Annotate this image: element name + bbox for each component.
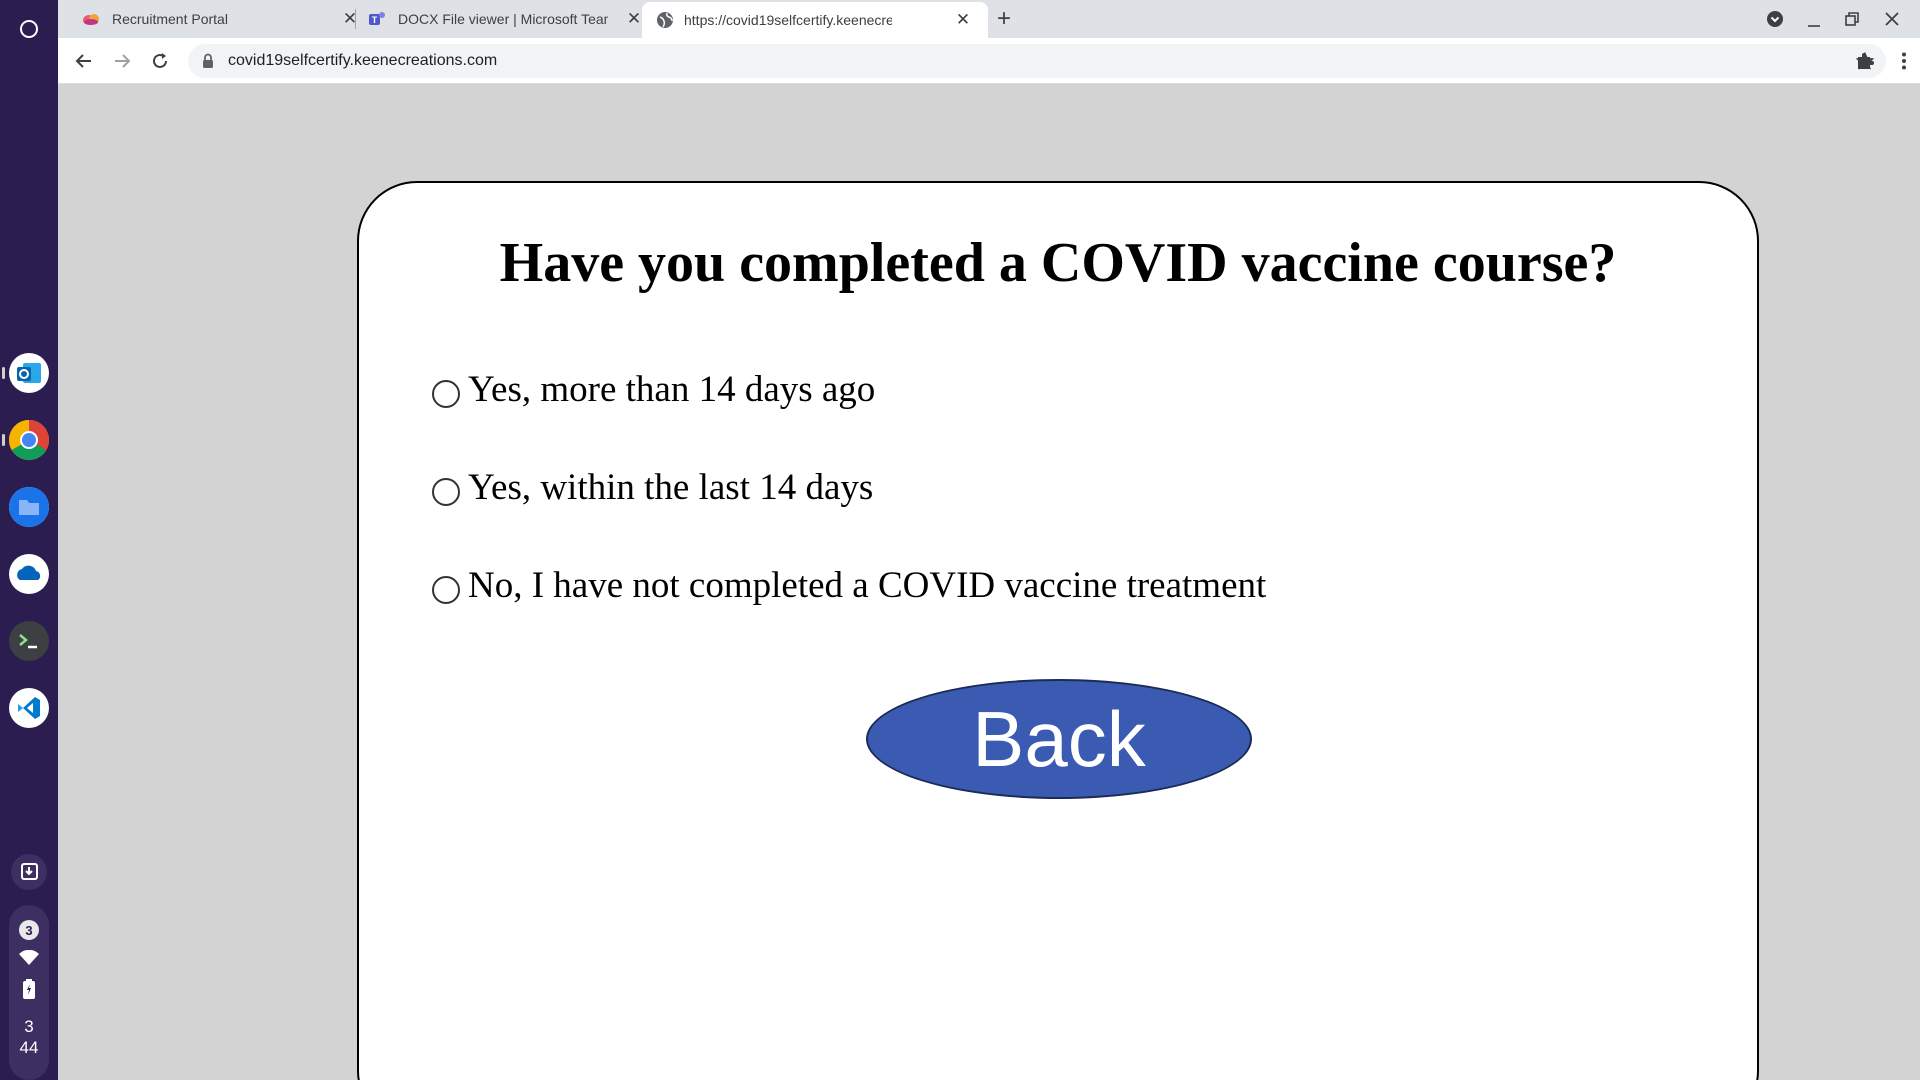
close-window-icon[interactable] bbox=[1884, 11, 1900, 27]
back-nav-button[interactable] bbox=[71, 48, 97, 74]
notification-count-badge: 3 bbox=[19, 920, 39, 940]
lock-icon bbox=[203, 53, 213, 68]
arrow-right-icon bbox=[115, 54, 131, 68]
terminal-app-button[interactable] bbox=[9, 621, 49, 661]
launcher-icon bbox=[20, 20, 38, 38]
files-icon bbox=[9, 487, 49, 527]
option-label: Yes, more than 14 days ago bbox=[468, 369, 876, 410]
vscode-icon bbox=[18, 697, 40, 719]
tab-docx-viewer[interactable]: T DOCX File viewer | Microsoft Teams ✕ bbox=[364, 0, 641, 38]
close-icon[interactable]: ✕ bbox=[340, 9, 360, 29]
chrome-app-button[interactable] bbox=[9, 420, 49, 460]
radio-button[interactable] bbox=[432, 379, 460, 408]
app-running-indicator bbox=[2, 367, 5, 379]
onedrive-app-button[interactable] bbox=[9, 554, 49, 594]
option-within-14-days[interactable]: Yes, within the last 14 days bbox=[432, 466, 873, 509]
option-label: No, I have not completed a COVID vaccine… bbox=[468, 565, 1267, 606]
question-card: Have you completed a COVID vaccine cours… bbox=[357, 181, 1759, 1080]
option-more-than-14-days[interactable]: Yes, more than 14 days ago bbox=[432, 368, 875, 411]
arrow-left-icon bbox=[75, 54, 91, 68]
url-text: covid19selfcertify.keenecreations.com bbox=[228, 52, 498, 69]
new-tab-button[interactable]: + bbox=[997, 7, 1011, 31]
outlook-icon bbox=[17, 363, 41, 383]
close-icon[interactable]: ✕ bbox=[624, 9, 644, 29]
tab-strip: Recruitment Portal ✕ T DOCX File viewer … bbox=[58, 0, 1920, 38]
restore-icon[interactable] bbox=[1844, 11, 1860, 27]
close-icon[interactable]: ✕ bbox=[953, 10, 973, 30]
outlook-app-button[interactable] bbox=[9, 353, 49, 393]
tab-separator bbox=[355, 9, 356, 29]
globe-favicon-icon bbox=[657, 12, 673, 28]
page-title: Have you completed a COVID vaccine cours… bbox=[499, 232, 1617, 294]
forward-nav-button[interactable] bbox=[109, 48, 135, 74]
terminal-icon bbox=[19, 634, 37, 649]
chrome-icon bbox=[9, 420, 49, 460]
files-app-button[interactable] bbox=[9, 487, 49, 527]
radio-button[interactable] bbox=[432, 575, 460, 604]
tab-title: https://covid19selfcertify.keenecreation… bbox=[684, 12, 892, 28]
teams-favicon-icon: T bbox=[369, 12, 385, 25]
option-label: Yes, within the last 14 days bbox=[468, 467, 874, 508]
os-shelf: 3 3 44 bbox=[0, 0, 58, 1080]
vscode-app-button[interactable] bbox=[9, 688, 49, 728]
page-viewport: Have you completed a COVID vaccine cours… bbox=[58, 85, 1920, 1080]
app-running-indicator bbox=[2, 434, 5, 446]
extensions-puzzle-icon[interactable] bbox=[1855, 51, 1875, 71]
browser-toolbar: covid19selfcertify.keenecreations.com bbox=[58, 38, 1920, 84]
download-tray-button[interactable] bbox=[11, 854, 47, 890]
tab-title: Recruitment Portal bbox=[112, 11, 228, 27]
radio-button[interactable] bbox=[432, 477, 460, 506]
system-clock: 3 44 bbox=[9, 1016, 49, 1058]
recruitment-favicon-icon bbox=[83, 14, 99, 25]
back-button[interactable]: Back bbox=[866, 679, 1252, 799]
tab-covid-self-certify[interactable]: https://covid19selfcertify.keenecreation… bbox=[642, 2, 988, 38]
tab-recruitment-portal[interactable]: Recruitment Portal ✕ bbox=[78, 0, 357, 38]
download-tray-icon bbox=[21, 863, 38, 880]
menu-more-icon[interactable] bbox=[1894, 51, 1914, 71]
clock-minute: 44 bbox=[19, 1038, 39, 1057]
svg-text:T: T bbox=[372, 15, 378, 25]
wifi-icon bbox=[19, 950, 39, 965]
reload-icon bbox=[153, 53, 167, 68]
address-bar[interactable]: covid19selfcertify.keenecreations.com bbox=[188, 44, 1886, 78]
option-not-completed[interactable]: No, I have not completed a COVID vaccine… bbox=[432, 564, 1266, 607]
tab-search-icon[interactable] bbox=[1766, 10, 1784, 28]
onedrive-icon bbox=[17, 565, 41, 580]
minimize-icon[interactable] bbox=[1806, 12, 1822, 28]
battery-icon bbox=[23, 979, 35, 999]
clock-hour: 3 bbox=[24, 1017, 34, 1036]
launcher-button[interactable] bbox=[12, 12, 46, 46]
reload-button[interactable] bbox=[147, 48, 173, 74]
tab-title: DOCX File viewer | Microsoft Teams bbox=[398, 11, 608, 27]
